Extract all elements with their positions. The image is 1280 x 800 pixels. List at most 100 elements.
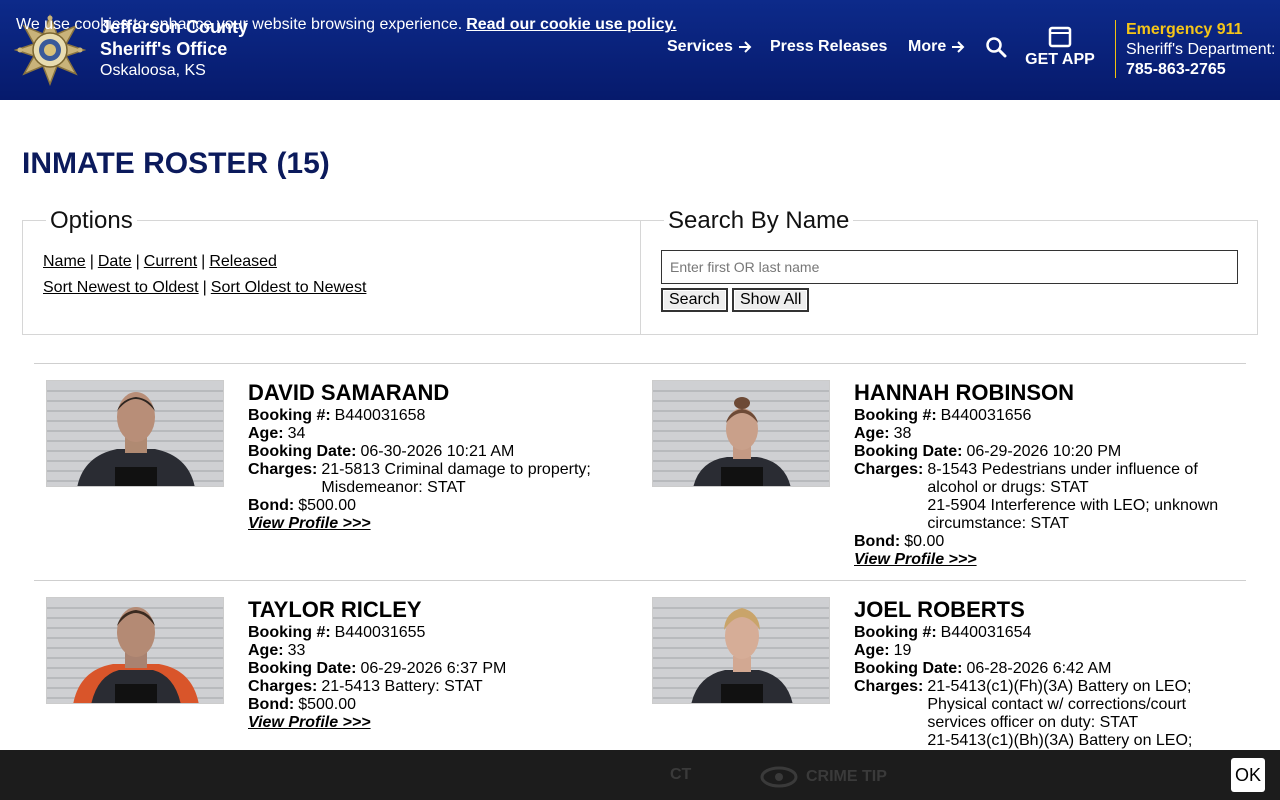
inmate-name: DAVID SAMARAND <box>248 380 450 405</box>
bottom-nav-behind: CT CRIME TIP <box>380 760 900 792</box>
filter-date-link[interactable]: Date <box>98 253 132 270</box>
cookie-policy-link[interactable]: Read our cookie use policy. <box>466 16 676 33</box>
bond-value: $0.00 <box>904 533 945 550</box>
options-panel: Options Name | Date | Current | Released Sort … <box>22 207 641 335</box>
booking-date-value: 06-29-2026 10:20 PM <box>966 443 1122 460</box>
nav-press-releases[interactable]: Press Releases <box>770 38 887 56</box>
nav-services-label: Services <box>667 38 733 55</box>
filter-links: Name | Date | Current | Released <box>43 253 277 271</box>
view-profile-link[interactable]: View Profile >>> <box>248 714 371 732</box>
mugshot-image <box>47 598 223 703</box>
charge-item: 8-1543 Pedestrians under influence of al… <box>927 461 1198 496</box>
charge-item: 21-5904 Interference with LEO; unknown c… <box>927 497 1219 532</box>
bond-value: $500.00 <box>298 696 357 713</box>
search-icon[interactable] <box>985 36 1007 58</box>
booking-date-row: Booking Date: 06-28-2026 6:42 AM <box>854 660 1234 678</box>
inmate-info: DAVID SAMARAND Booking #: B440031658 Age:… <box>248 380 628 533</box>
search-legend: Search By Name <box>664 207 854 235</box>
booking-date-row: Booking Date: 06-30-2026 10:21 AM <box>248 443 628 461</box>
emergency-title: Emergency 911 <box>1126 21 1243 38</box>
site-header: Jefferson County Sheriff's Office Oskalo… <box>0 0 1280 100</box>
charges-list: 8-1543 Pedestrians under influence of al… <box>927 461 1234 533</box>
booking-label: Booking #: <box>854 407 937 424</box>
filter-current-link[interactable]: Current <box>144 253 197 270</box>
cookie-message: We use cookies to enhance your website b… <box>16 16 677 34</box>
booking-date-label: Booking Date: <box>248 660 357 677</box>
age-value: 34 <box>287 425 306 442</box>
booking-date-label: Booking Date: <box>248 443 357 460</box>
charges-row: Charges: 21-5813 Criminal damage to prope… <box>248 461 628 497</box>
nav-services[interactable]: Services <box>667 38 752 56</box>
bond-row: Bond: $500.00 <box>248 497 628 515</box>
search-name-input[interactable] <box>661 250 1238 284</box>
age-label: Age: <box>854 425 890 442</box>
booking-number: B440031654 <box>940 624 1032 641</box>
inmate-photo[interactable] <box>652 380 830 487</box>
booking-date-value: 06-30-2026 10:21 AM <box>360 443 515 460</box>
search-button[interactable]: Search <box>661 288 728 312</box>
charge-item: 21-5413(c1)(Fh)(3A) Battery on LEO; Phys… <box>927 678 1192 731</box>
bond-label: Bond: <box>854 533 901 550</box>
booking-date-label: Booking Date: <box>854 660 963 677</box>
booking-label: Booking #: <box>248 624 331 641</box>
booking-row: Booking #: B440031655 <box>248 624 628 642</box>
options-legend: Options <box>46 207 137 235</box>
sort-oldest-link[interactable]: Sort Oldest to Newest <box>211 279 367 296</box>
booking-label: Booking #: <box>248 407 331 424</box>
booking-date-value: 06-29-2026 6:37 PM <box>360 660 507 677</box>
filter-name-link[interactable]: Name <box>43 253 86 270</box>
charges-list: 21-5413 Battery: STAT <box>321 678 482 696</box>
bond-label: Bond: <box>248 497 295 514</box>
get-app-button[interactable]: GET APP <box>1024 26 1096 69</box>
emergency-phone[interactable]: 785-863-2765 <box>1126 60 1276 80</box>
bond-row: Bond: $0.00 <box>854 533 1234 551</box>
age-value: 33 <box>287 642 306 659</box>
charges-list: 21-5413(c1)(Fh)(3A) Battery on LEO; Phys… <box>927 678 1234 750</box>
booking-date-row: Booking Date: 06-29-2026 10:20 PM <box>854 443 1234 461</box>
booking-date-row: Booking Date: 06-29-2026 6:37 PM <box>248 660 628 678</box>
mugshot-image <box>653 598 829 703</box>
inmate-photo[interactable] <box>652 597 830 704</box>
booking-number: B440031658 <box>334 407 426 424</box>
charge-item: 21-5413(c1)(Bh)(3A) Battery on LEO; <box>927 732 1193 749</box>
booking-row: Booking #: B440031656 <box>854 407 1234 425</box>
view-profile-link[interactable]: View Profile >>> <box>248 515 371 533</box>
mugshot-image <box>653 381 829 486</box>
inmate-photo[interactable] <box>46 597 224 704</box>
booking-label: Booking #: <box>854 624 937 641</box>
charges-row: Charges: 21-5413 Battery: STAT <box>248 678 628 696</box>
row-divider <box>34 363 1246 364</box>
filter-released-link[interactable]: Released <box>209 253 277 270</box>
sort-newest-link[interactable]: Sort Newest to Oldest <box>43 279 199 296</box>
inmate-name: HANNAH ROBINSON <box>854 380 1074 405</box>
inmate-info: HANNAH ROBINSON Booking #: B440031656 Age… <box>854 380 1234 569</box>
age-label: Age: <box>248 425 284 442</box>
view-profile-link[interactable]: View Profile >>> <box>854 551 977 569</box>
booking-number: B440031655 <box>334 624 426 641</box>
age-label: Age: <box>248 642 284 659</box>
age-value: 19 <box>893 642 912 659</box>
cookie-text: We use cookies to enhance your website b… <box>16 16 463 33</box>
booking-number: B440031656 <box>940 407 1032 424</box>
inmate-info: JOEL ROBERTS Booking #: B440031654 Age: 19… <box>854 597 1234 750</box>
show-all-button[interactable]: Show All <box>732 288 810 312</box>
booking-row: Booking #: B440031654 <box>854 624 1234 642</box>
inmate-photo[interactable] <box>46 380 224 487</box>
nav-more[interactable]: More <box>908 38 965 56</box>
inmate-name: JOEL ROBERTS <box>854 597 1025 622</box>
inmate-card: HANNAH ROBINSON Booking #: B440031656 Age… <box>652 380 1242 580</box>
charges-label: Charges: <box>854 678 924 695</box>
charges-row: Charges: 21-5413(c1)(Fh)(3A) Battery on L… <box>854 678 1234 750</box>
cookie-ok-button[interactable]: OK <box>1231 758 1265 792</box>
separator: | <box>201 253 206 270</box>
age-row: Age: 34 <box>248 425 628 443</box>
age-label: Age: <box>854 642 890 659</box>
emergency-contact: Emergency 911 Sheriff's Department: 785-… <box>1126 20 1276 80</box>
emergency-dept: Sheriff's Department: <box>1126 41 1276 58</box>
sort-links: Sort Newest to Oldest | Sort Oldest to New… <box>43 279 366 297</box>
get-app-label: GET APP <box>1025 51 1095 68</box>
bond-value: $500.00 <box>298 497 357 514</box>
charges-list: 21-5813 Criminal damage to property; Mis… <box>321 461 628 497</box>
mugshot-image <box>47 381 223 486</box>
arrow-right-icon <box>738 41 752 53</box>
